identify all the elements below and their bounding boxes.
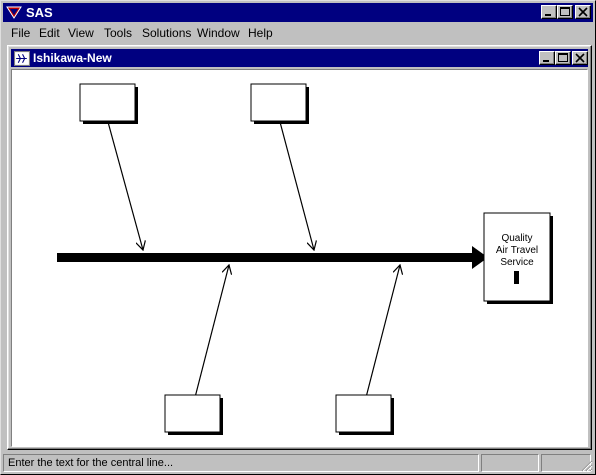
doc-close-button[interactable] bbox=[572, 51, 588, 65]
menu-bar: File Edit View Tools Solutions Window He… bbox=[3, 23, 593, 42]
cause-box-bottom-left[interactable] bbox=[164, 394, 223, 435]
maximize-icon bbox=[560, 7, 570, 16]
document-titlebar[interactable]: Ishikawa-New bbox=[11, 49, 588, 67]
close-icon bbox=[575, 53, 585, 63]
cause-arrow-bottom-left[interactable] bbox=[190, 265, 229, 414]
effect-label-line-3: Service bbox=[500, 257, 534, 268]
effect-label-line-2: Air Travel bbox=[496, 245, 538, 256]
status-bar: Enter the text for the central line... bbox=[3, 453, 593, 473]
document-title: Ishikawa-New bbox=[33, 51, 112, 65]
ishikawa-document-window: Ishikawa-New Quality Air Travel Service bbox=[7, 45, 592, 450]
cause-box-top-right[interactable] bbox=[250, 83, 309, 124]
maximize-icon bbox=[558, 53, 568, 62]
menu-tools[interactable]: Tools bbox=[104, 26, 132, 40]
app-title: SAS bbox=[26, 5, 53, 20]
menu-solutions[interactable]: Solutions bbox=[142, 26, 191, 40]
minimize-button[interactable] bbox=[541, 5, 557, 19]
cause-arrow-top-left[interactable] bbox=[107, 121, 143, 250]
doc-minimize-button[interactable] bbox=[539, 51, 555, 65]
status-pane-2 bbox=[481, 454, 539, 472]
effect-label-line-1: Quality bbox=[501, 233, 532, 244]
minimize-icon bbox=[545, 14, 551, 16]
resize-grip-icon[interactable] bbox=[581, 460, 593, 472]
minimize-icon bbox=[543, 60, 549, 62]
sas-logo-icon bbox=[6, 6, 22, 19]
central-line[interactable] bbox=[57, 246, 488, 269]
app-titlebar[interactable]: SAS bbox=[3, 3, 593, 22]
ishikawa-diagram: Quality Air Travel Service bbox=[57, 83, 553, 435]
cause-box-bottom-right[interactable] bbox=[335, 394, 394, 435]
menu-edit[interactable]: Edit bbox=[39, 26, 60, 40]
sas-app-window: SAS File Edit View Tools Solutions Windo… bbox=[0, 0, 596, 475]
doc-maximize-button[interactable] bbox=[555, 51, 571, 65]
diagram-canvas[interactable]: Quality Air Travel Service bbox=[11, 69, 588, 447]
cause-arrow-top-right[interactable] bbox=[279, 121, 314, 250]
close-icon bbox=[578, 7, 588, 17]
ishikawa-diagram-icon bbox=[14, 51, 30, 66]
menu-file[interactable]: File bbox=[11, 26, 30, 40]
maximize-button[interactable] bbox=[557, 5, 573, 19]
cause-box-top-left[interactable] bbox=[79, 83, 138, 124]
menu-help[interactable]: Help bbox=[248, 26, 273, 40]
cause-arrow-bottom-right[interactable] bbox=[361, 265, 400, 414]
text-cursor bbox=[514, 271, 519, 284]
menu-window[interactable]: Window bbox=[197, 26, 240, 40]
menu-view[interactable]: View bbox=[68, 26, 94, 40]
effect-box[interactable]: Quality Air Travel Service bbox=[483, 212, 553, 304]
status-message: Enter the text for the central line... bbox=[3, 454, 479, 472]
close-button[interactable] bbox=[575, 5, 591, 19]
